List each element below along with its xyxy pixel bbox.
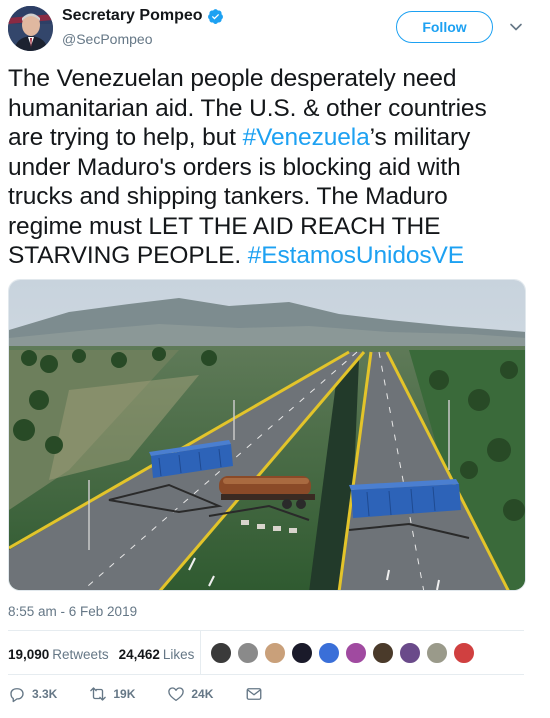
tweet-header: Secretary Pompeo @SecPompeo Follow [0,0,550,62]
display-name[interactable]: Secretary Pompeo [62,7,203,25]
liker-avatar[interactable] [210,642,232,664]
verified-badge-icon [207,8,223,24]
like-button[interactable]: 24K [167,685,213,703]
liker-avatar[interactable] [345,642,367,664]
retweets-label[interactable]: Retweets [52,647,108,662]
direct-message-button[interactable] [245,685,263,703]
chevron-down-icon[interactable] [509,20,523,34]
divider [8,630,524,631]
liker-avatar[interactable] [453,642,475,664]
liker-avatar[interactable] [399,642,421,664]
tweet-stats: 19,090 Retweets 24,462 Likes [8,643,204,665]
liker-avatar[interactable] [426,642,448,664]
handle[interactable]: @SecPompeo [62,31,152,47]
likes-label[interactable]: Likes [163,647,195,662]
heart-icon [168,687,185,702]
follow-button[interactable]: Follow [396,11,493,43]
liker-avatars [210,642,480,664]
tweet-timestamp[interactable]: 8:55 am - 6 Feb 2019 [8,604,137,619]
liker-avatar[interactable] [318,642,340,664]
retweet-count: 19K [113,687,136,701]
reply-button[interactable]: 3.3K [8,685,57,703]
avatar[interactable] [8,6,53,51]
like-count: 24K [191,687,214,701]
retweet-button[interactable]: 19K [89,685,135,703]
hashtag-link[interactable]: #EstamosUnidosVE [248,242,464,269]
hashtag-link[interactable]: #Venezuela [243,124,370,151]
retweets-count[interactable]: 19,090 [8,647,49,662]
tweet-text: The Venezuelan people desperately need h… [8,64,528,271]
liker-avatar[interactable] [264,642,286,664]
tweet-photo[interactable] [8,279,526,591]
retweet-icon [90,687,107,701]
liker-avatar[interactable] [291,642,313,664]
likes-count[interactable]: 24,462 [119,647,160,662]
divider [8,674,524,675]
liker-avatar[interactable] [372,642,394,664]
tweet-actions: 3.3K 19K 24K [8,684,295,704]
reply-icon [10,688,24,703]
reply-count: 3.3K [32,687,58,701]
stats-separator [200,630,201,674]
name-row: Secretary Pompeo [62,7,224,25]
bridge-blockade-photo [9,280,525,590]
envelope-icon [246,688,262,700]
liker-avatar[interactable] [237,642,259,664]
